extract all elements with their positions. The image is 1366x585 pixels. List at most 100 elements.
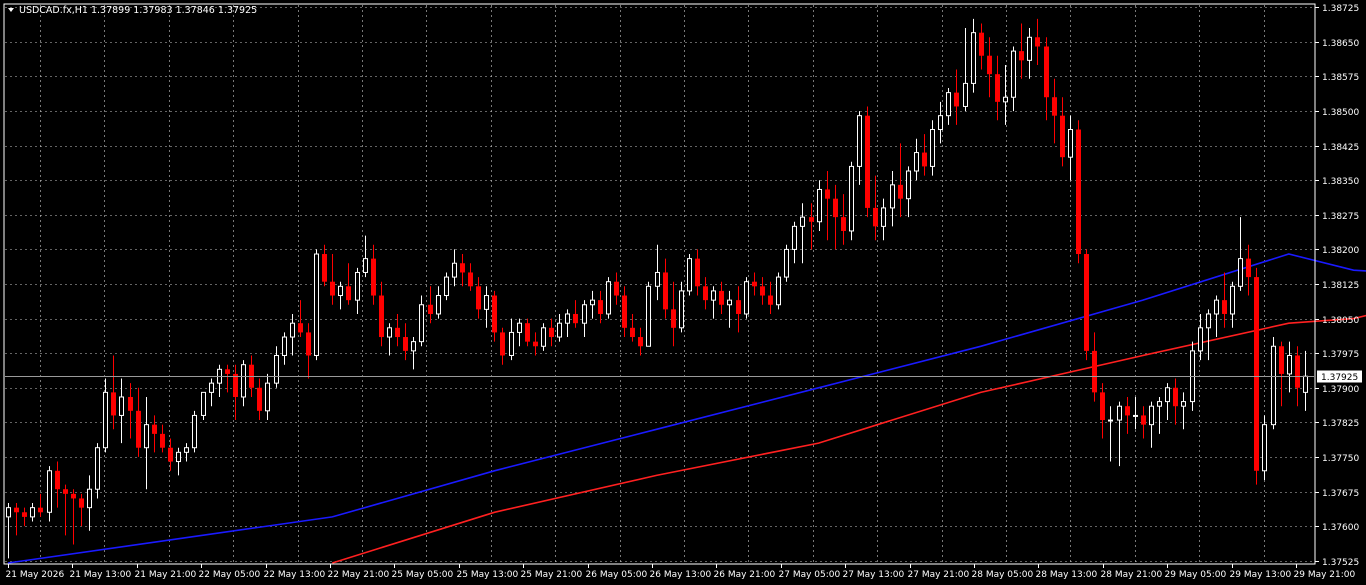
candle-body [1141,415,1146,425]
y-tick-label: 1.38500 [1322,108,1359,118]
candle-body [500,332,505,356]
candle-body [1295,355,1300,388]
candle-body [1222,300,1227,314]
candle-bull [784,244,789,282]
candle-body [1052,97,1057,116]
candle-body [930,129,935,167]
candle-body [1254,277,1259,471]
candle-body [22,512,27,517]
x-tick-label: 28 May 05:00 [972,570,1034,580]
candle-body [30,507,35,518]
candle-body [184,447,189,453]
candle-body [1011,50,1016,98]
x-tick-label: 25 May 05:00 [392,570,454,580]
x-tick-label: 21 May 2026 [6,570,65,580]
x-tick-label: 29 May 21:00 [1294,570,1356,580]
candle-body [1238,258,1243,287]
candle-bull [849,161,854,241]
candle-body [784,248,789,278]
x-tick-label: 22 May 13:00 [264,570,326,580]
candle-body [47,470,52,513]
chart-window[interactable]: 1.38725 1.38650 1.38575 1.38500 1.38425 1.383… [0,0,1366,581]
x-tick-label: 28 May 13:00 [1036,570,1098,580]
candle-body [703,286,708,301]
candle-body [573,313,578,324]
candle-body [201,391,206,416]
candle-body [817,188,822,223]
candle-body [719,290,724,305]
candle-body [160,433,165,448]
candle-body [541,327,546,347]
candle-body [687,258,692,292]
candle-body [582,304,587,324]
candle-body [768,295,773,305]
candle-body [136,410,141,448]
candle-bear [865,106,870,218]
candle-body [963,82,968,107]
candle-body [460,263,465,273]
y-tick-label: 1.37525 [1322,558,1359,568]
candle-body [646,285,651,347]
candle-body [38,507,43,513]
candle-body [1003,96,1008,103]
candle-body [265,382,270,412]
candle-body [411,341,416,352]
candle-body [1287,354,1292,375]
candle-body [168,447,173,462]
x-tick-label: 25 May 21:00 [521,570,583,580]
candle-body [1108,419,1113,422]
candle-body [274,354,279,384]
candle-body [833,198,838,218]
candle-body [71,493,76,499]
candle-body [1279,346,1284,374]
y-tick-label: 1.38200 [1322,246,1359,256]
candle-body [1092,350,1097,393]
candle-body [606,281,611,315]
candle-body [371,258,376,296]
y-tick-label: 1.38350 [1322,177,1359,187]
candle-body [79,498,84,508]
candle-body [1125,406,1130,416]
candle-body [346,286,351,301]
candle-body [1019,51,1024,61]
candle-body [727,299,732,306]
y-tick-label: 1.37825 [1322,419,1359,429]
candle-body [152,424,157,434]
symbol-header[interactable]: USDCAD.fx,H1 1.37899 1.37983 1.37846 1.3… [8,5,257,16]
candle-body [525,323,530,342]
x-tick-label: 27 May 05:00 [779,570,841,580]
candle-body [1100,392,1105,421]
y-tick-label: 1.37900 [1322,385,1359,395]
candle-body [314,253,319,356]
y-tick-label: 1.37750 [1322,454,1359,464]
candle-body [841,217,846,231]
candle-body [1173,387,1178,407]
candle-body [890,184,895,209]
candle-body [744,281,749,315]
x-tick-label: 27 May 13:00 [843,570,905,580]
candle-body [452,262,457,278]
candle-body [590,299,595,306]
candle-body [938,115,943,131]
x-tick-label: 21 May 21:00 [135,570,197,580]
candle-bull [192,410,197,453]
candle-body [914,152,919,172]
candle-body [849,165,854,232]
candle-body [549,327,554,338]
price-chart[interactable]: 1.38725 1.38650 1.38575 1.38500 1.38425 1.383… [0,0,1366,581]
x-tick-label: 29 May 05:00 [1165,570,1227,580]
x-tick-label: 26 May 13:00 [650,570,712,580]
candle-body [355,271,360,301]
candle-body [1157,401,1162,407]
y-tick-label: 1.38725 [1322,4,1359,14]
candle-bull [201,391,206,421]
candle-body [363,258,368,273]
y-tick-label: 1.38650 [1322,39,1359,49]
candle-body [971,32,976,84]
candle-bull [744,277,749,319]
candle-body [1076,129,1081,255]
candle-bull [1271,337,1276,430]
candle-body [1214,299,1219,315]
candle-body [922,152,927,167]
y-tick-label: 1.37600 [1322,523,1359,533]
